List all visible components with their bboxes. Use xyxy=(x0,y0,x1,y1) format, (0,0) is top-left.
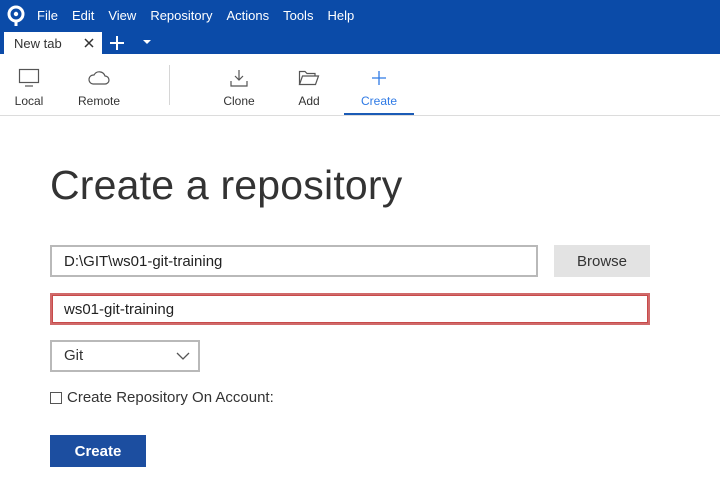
menu-repository[interactable]: Repository xyxy=(143,0,219,31)
close-icon[interactable] xyxy=(81,35,97,51)
create-on-account-checkbox[interactable] xyxy=(50,391,62,404)
plus-icon[interactable] xyxy=(108,34,126,52)
toolbar: Local Remote Clone Add Create xyxy=(0,54,720,116)
folder-open-icon xyxy=(298,67,320,89)
chevron-down-icon xyxy=(176,352,190,360)
create-on-account-row: Create Repository On Account: xyxy=(50,389,274,406)
create-tool-label: Create xyxy=(360,94,398,108)
sourcetree-logo-icon[interactable] xyxy=(0,0,31,31)
monitor-icon xyxy=(18,67,40,89)
destination-path-input[interactable] xyxy=(50,245,538,277)
create-tool-button[interactable]: Create xyxy=(344,54,414,115)
repository-name-input[interactable] xyxy=(50,293,650,325)
plus-icon xyxy=(369,67,389,89)
add-button[interactable]: Add xyxy=(290,54,328,115)
clone-label: Clone xyxy=(223,94,255,108)
menu-view[interactable]: View xyxy=(101,0,143,31)
tab-label: New tab xyxy=(14,36,62,51)
browse-button[interactable]: Browse xyxy=(554,245,650,277)
tab-strip: New tab xyxy=(0,31,720,55)
add-label: Add xyxy=(298,94,320,108)
menu-bar: File Edit View Repository Actions Tools … xyxy=(0,0,720,31)
menu-file[interactable]: File xyxy=(31,0,65,31)
tab-new-tab[interactable]: New tab xyxy=(4,32,102,55)
create-on-account-label: Create Repository On Account: xyxy=(67,389,274,406)
remote-label: Remote xyxy=(77,94,121,108)
cloud-icon xyxy=(88,67,110,89)
menu-tools[interactable]: Tools xyxy=(276,0,320,31)
local-button[interactable]: Local xyxy=(10,54,48,115)
local-label: Local xyxy=(14,94,44,108)
remote-button[interactable]: Remote xyxy=(74,54,124,115)
download-icon xyxy=(229,67,249,89)
toolbar-divider xyxy=(169,65,170,105)
menu-edit[interactable]: Edit xyxy=(65,0,101,31)
page-title: Create a repository xyxy=(50,162,403,208)
repository-type-value: Git xyxy=(64,347,84,364)
active-tab-indicator xyxy=(344,113,414,115)
chevron-down-icon[interactable] xyxy=(140,37,154,47)
menu-help[interactable]: Help xyxy=(320,0,361,31)
repository-type-select[interactable]: Git xyxy=(50,340,200,372)
create-button[interactable]: Create xyxy=(50,435,146,467)
menu-actions[interactable]: Actions xyxy=(219,0,276,31)
clone-button[interactable]: Clone xyxy=(218,54,260,115)
